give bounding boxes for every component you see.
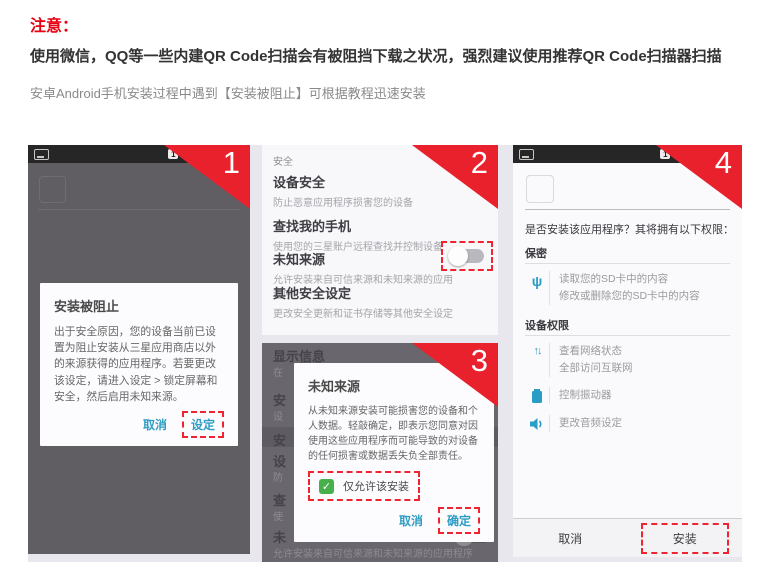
- dimmed-list-text: 未: [273, 527, 286, 546]
- step-number: 2: [471, 146, 488, 180]
- settings-button[interactable]: 设定: [182, 411, 224, 438]
- dimmed-list-text: 安: [273, 390, 286, 409]
- dimmed-list-text: 查: [273, 490, 286, 509]
- dialog-body: 出于安全原因，您的设备当前已设置为阻止安装从三星应用商店以外的来源获得的应用程序…: [54, 324, 224, 405]
- permission-row: 控制振动器: [525, 387, 734, 404]
- list-item[interactable]: 其他安全设定 更改安全更新和证书存储等其他安全设定: [273, 283, 490, 320]
- section-header-privacy: 保密: [525, 245, 547, 261]
- install-blocked-dialog: 安装被阻止 出于安全原因，您的设备当前已设置为阻止安装从三星应用商店以外的来源获…: [40, 283, 238, 446]
- step-number: 4: [715, 146, 732, 180]
- divider: [549, 387, 550, 404]
- dimmed-list-text: 设: [273, 451, 286, 470]
- unknown-sources-dialog: 未知来源 从未知来源安装可能损害您的设备和个人数据。轻敲确定，即表示您同意对因使…: [294, 363, 494, 542]
- install-button[interactable]: 安装: [673, 532, 697, 546]
- tutorial-screenshots: 1 4G 7 安装被阻止 出于安全原因，您的设备当前已设置为阻止安装从三星应用商…: [28, 145, 742, 562]
- permission-row: 查看网络状态 全部访问互联网: [525, 343, 734, 377]
- app-icon-placeholder: [526, 175, 554, 203]
- dimmed-list-text: 使: [273, 508, 283, 523]
- dialog-button-bar: 取消 安装: [513, 518, 742, 557]
- permission-text: 更改音频设定: [559, 415, 622, 432]
- divider: [525, 335, 730, 336]
- step3-screenshot: 显示信息 在 安 设 安 设 防 查 使 未 允许安装来自可信来源和未知来源的应…: [262, 343, 498, 562]
- divider: [525, 263, 730, 264]
- dialog-body: 从未知来源安装可能损害您的设备和个人数据。轻敲确定，即表示您同意对因使用这些应用…: [308, 404, 480, 464]
- dialog-title: 未知来源: [308, 376, 480, 395]
- divider: [525, 209, 730, 210]
- highlight-box: 仅允许该安装: [308, 471, 420, 501]
- install-question: 是否安装该应用程序？其将拥有以下权限：: [525, 221, 734, 237]
- section-header-device: 设备权限: [525, 317, 569, 333]
- permission-text: 控制振动器: [559, 387, 612, 404]
- divider: [549, 343, 550, 377]
- highlight-box: [441, 241, 493, 271]
- dimmed-list-text: 允许安装来自可信来源和未知来源的应用程序: [273, 545, 473, 560]
- vibration-battery-icon: [525, 387, 549, 404]
- checkbox-checked-icon[interactable]: [319, 479, 334, 494]
- permission-row: 读取您的SD卡中的内容 修改或删除您的SD卡中的内容: [525, 271, 734, 305]
- step1-screenshot: 1 4G 7 安装被阻止 出于安全原因，您的设备当前已设置为阻止安装从三星应用商…: [28, 145, 250, 554]
- dimmed-list-text: 防: [273, 469, 283, 484]
- step4-screenshot: 1 4G 7 是否安装该应用程序？其将拥有以下权限： 保密 读取您的SD卡中的内…: [513, 145, 742, 557]
- app-icon-placeholder: [39, 176, 66, 203]
- step-number: 1: [223, 146, 240, 180]
- dimmed-list-text: 在: [273, 364, 283, 379]
- permission-text: 全部访问互联网: [559, 360, 633, 377]
- confirm-button[interactable]: 确定: [438, 507, 480, 534]
- screen-title: 安全: [273, 153, 293, 168]
- screenshot-notification-icon: [34, 149, 49, 160]
- checkbox-label: 仅允许该安装: [343, 478, 409, 494]
- permission-text: 读取您的SD卡中的内容: [559, 271, 700, 288]
- dimmed-list-text: 设: [273, 408, 283, 423]
- dialog-title: 安装被阻止: [54, 296, 224, 315]
- tutorial-subtitle: 安卓Android手机安装过程中遇到【安装被阻止】可根据教程迅速安装: [30, 83, 738, 102]
- highlight-box: 安装: [641, 523, 729, 554]
- divider: [549, 271, 550, 305]
- divider: [38, 209, 240, 210]
- unknown-sources-toggle[interactable]: [450, 249, 484, 263]
- cancel-button[interactable]: 取消: [392, 509, 430, 532]
- permission-row: 更改音频设定: [525, 415, 734, 432]
- permission-text: 查看网络状态: [559, 343, 633, 360]
- usb-storage-icon: [525, 271, 549, 305]
- notice-title: 注意：: [30, 12, 738, 36]
- audio-speaker-icon: [525, 415, 549, 432]
- page-header: 注意： 使用微信，QQ等一些内建QR Code扫描会有被阻挡下载之状况，强烈建议…: [30, 12, 738, 102]
- step2-screenshot: 安全 设备安全 防止恶意应用程序损害您的设备 查找我的手机 使用您的三星账户远程…: [262, 145, 498, 335]
- divider: [549, 415, 550, 432]
- dimmed-list-text: 安: [273, 430, 286, 449]
- cancel-button[interactable]: 取消: [513, 519, 628, 557]
- step-number: 3: [471, 344, 488, 378]
- notice-body: 使用微信，QQ等一些内建QR Code扫描会有被阻挡下载之状况，强烈建议使用推荐…: [30, 43, 738, 70]
- screenshot-notification-icon: [519, 149, 534, 160]
- permission-text: 修改或删除您的SD卡中的内容: [559, 288, 700, 305]
- network-arrows-icon: [525, 343, 549, 377]
- cancel-button[interactable]: 取消: [136, 413, 174, 436]
